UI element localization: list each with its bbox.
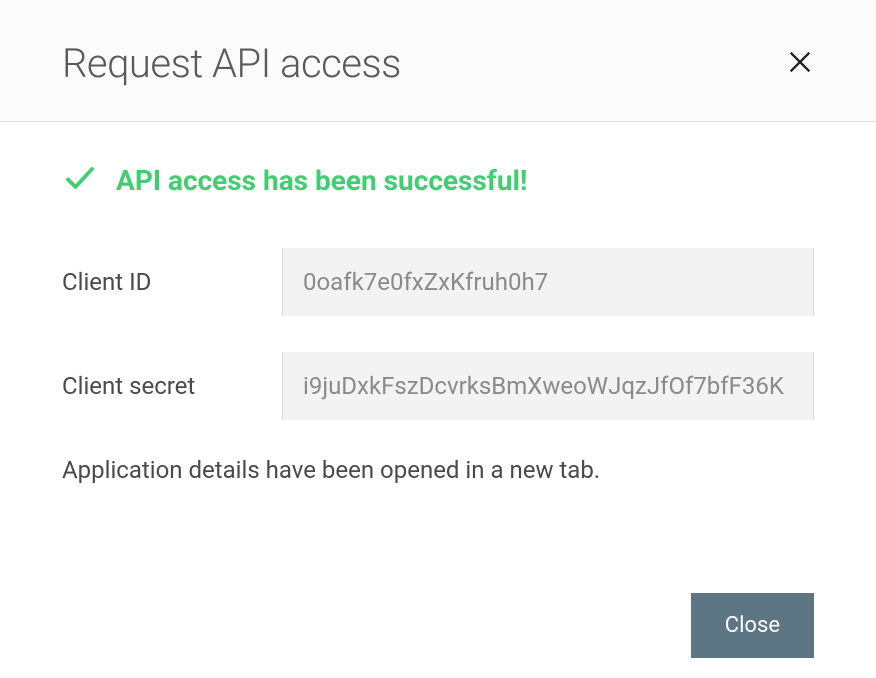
client-secret-row: Client secret i9juDxkFszDcvrksBmXweoWJqz… <box>62 352 814 420</box>
dialog-title: Request API access <box>62 40 401 87</box>
success-message-row: API access has been successful! <box>62 160 814 200</box>
client-secret-field[interactable]: i9juDxkFszDcvrksBmXweoWJqzJfOf7bfF36K <box>282 352 814 420</box>
client-id-field[interactable]: 0oafk7e0fxZxKfruh0h7 <box>282 248 814 316</box>
request-api-access-dialog: Request API access API access has been s… <box>0 0 876 678</box>
client-id-label: Client ID <box>62 268 282 296</box>
client-id-value: 0oafk7e0fxZxKfruh0h7 <box>303 268 548 296</box>
client-secret-value: i9juDxkFszDcvrksBmXweoWJqzJfOf7bfF36K <box>303 372 784 400</box>
dialog-footer: Close <box>0 593 876 678</box>
close-button[interactable]: Close <box>691 593 814 658</box>
dialog-body: API access has been successful! Client I… <box>0 122 876 593</box>
client-id-row: Client ID 0oafk7e0fxZxKfruh0h7 <box>62 248 814 316</box>
dialog-header: Request API access <box>0 0 876 122</box>
info-text: Application details have been opened in … <box>62 456 814 484</box>
client-secret-label: Client secret <box>62 372 282 400</box>
checkmark-icon <box>62 160 98 200</box>
close-icon[interactable] <box>786 48 814 80</box>
success-message: API access has been successful! <box>116 164 527 197</box>
